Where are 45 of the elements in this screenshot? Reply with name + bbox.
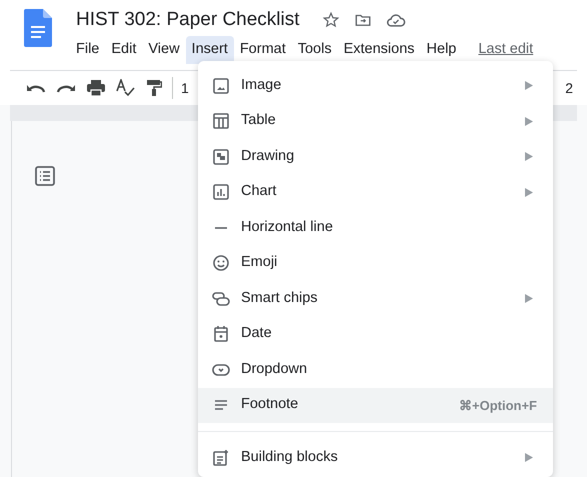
paint-format-icon[interactable] xyxy=(146,79,162,97)
menu-option[interactable]: Date xyxy=(198,316,553,352)
menu-option[interactable]: Table xyxy=(198,104,553,139)
submenu-arrow-icon xyxy=(525,453,533,462)
horizontal-line-icon xyxy=(212,226,230,229)
chips-icon xyxy=(212,290,230,308)
menu-option[interactable]: Horizontal line xyxy=(198,210,553,246)
print-icon[interactable] xyxy=(86,79,106,97)
calendar-icon xyxy=(212,325,230,344)
star-icon[interactable] xyxy=(322,11,340,29)
submenu-arrow-icon xyxy=(525,116,533,126)
menu-item[interactable]: Help xyxy=(420,36,462,64)
drawing-icon xyxy=(212,148,230,166)
submenu-arrow-icon xyxy=(525,188,533,197)
menu-item[interactable]: File xyxy=(70,36,106,64)
menu-item[interactable]: Tools xyxy=(292,36,338,64)
submenu-arrow-icon xyxy=(525,294,533,304)
image-icon xyxy=(212,76,230,95)
document-title[interactable]: HIST 302: Paper Checklist xyxy=(76,6,300,34)
shortcut-text: ⌘+Option+F xyxy=(459,396,537,415)
menu-option[interactable]: Chart xyxy=(198,174,553,210)
building-blocks-icon xyxy=(212,448,230,467)
menu-option[interactable]: Footnote ⌘+Option+F xyxy=(198,388,553,423)
menu-item[interactable]: Edit xyxy=(105,36,142,64)
menu-item[interactable]: Format xyxy=(234,36,292,64)
menu-option[interactable]: Building blocks xyxy=(198,440,553,476)
menu-item[interactable]: Extensions xyxy=(338,36,421,64)
outline-icon[interactable] xyxy=(35,166,55,186)
docs-logo-icon[interactable] xyxy=(24,9,52,47)
menu-option[interactable]: Drawing xyxy=(198,139,553,174)
menu-option[interactable]: Emoji xyxy=(198,246,553,281)
submenu-arrow-icon xyxy=(525,81,533,90)
spellcheck-icon[interactable] xyxy=(116,79,136,97)
submenu-arrow-icon xyxy=(525,152,533,162)
chart-icon xyxy=(212,183,230,202)
zoom-value[interactable]: 2 xyxy=(565,78,573,98)
emoji-icon xyxy=(212,254,230,272)
zoom-value[interactable]: 1 xyxy=(181,78,189,98)
last-edit-link[interactable]: Last edit xyxy=(478,39,534,61)
menu-option[interactable]: Dropdown xyxy=(198,352,553,388)
menu-option[interactable]: Image xyxy=(198,68,553,104)
menu-option[interactable]: Smart chips xyxy=(198,281,553,316)
menu-item[interactable]: Insert xyxy=(186,36,234,64)
table-icon xyxy=(212,112,230,130)
menu-item[interactable]: View xyxy=(142,36,186,64)
